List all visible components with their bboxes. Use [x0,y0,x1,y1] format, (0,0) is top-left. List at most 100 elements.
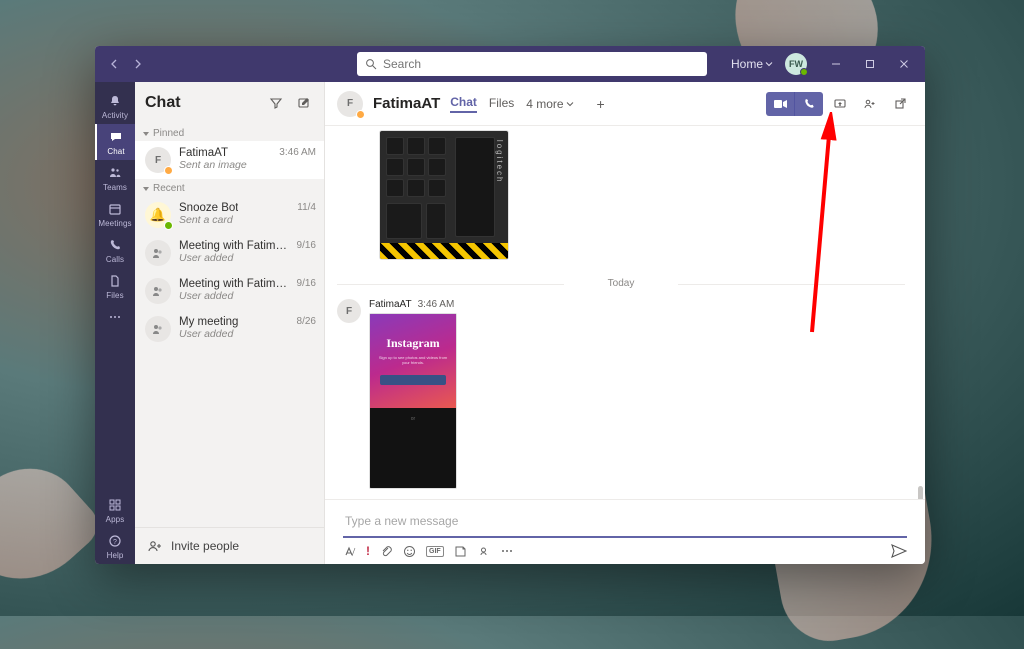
chat-time: 11/4 [297,202,316,214]
format-button[interactable] [343,545,356,558]
chevron-down-icon [566,100,574,108]
search-input[interactable] [383,57,699,71]
chat-name: Meeting with Fatima Wahab [179,240,293,252]
avatar [145,316,171,342]
workspace-picker[interactable]: Home [731,57,773,71]
emoji-button[interactable] [403,545,416,558]
instagram-screenshot-image[interactable]: Instagram Sign up to see photos and vide… [369,313,457,489]
keyboard-image[interactable]: logitech [379,130,509,260]
bell-icon [107,93,123,109]
contact-avatar[interactable]: F [337,91,363,117]
video-call-button[interactable] [766,92,794,116]
tab-more[interactable]: 4 more [526,97,573,111]
chat-name: FatimaAT [179,147,228,159]
chat-item-meeting[interactable]: Meeting with Fatima Wahab9/16 User added [135,234,324,272]
chat-preview: User added [179,328,316,340]
popout-button[interactable] [887,92,913,116]
message-scroll-area[interactable]: logitech Today F FatimaAT3:46 AM Instagr… [325,126,925,499]
send-button[interactable] [891,544,907,558]
conversation-panel: F FatimaAT Chat Files 4 more + [325,82,925,564]
chat-name: Snooze Bot [179,202,238,214]
chat-preview: Sent a card [179,214,316,226]
date-divider: Today [337,278,905,289]
attach-button[interactable] [380,545,393,558]
presence-away-icon [164,166,173,175]
chat-item-snoozebot[interactable]: 🔔 Snooze Bot11/4 Sent a card [135,196,324,234]
chat-item-fatima[interactable]: F FatimaAT3:46 AM Sent an image [135,141,324,179]
add-people-button[interactable] [857,92,883,116]
chat-list-panel: Chat Pinned F FatimaAT3:46 AM Sent an im… [135,82,325,564]
invite-icon [147,538,163,554]
profile-avatar[interactable]: FW [785,53,807,75]
section-pinned[interactable]: Pinned [135,124,324,141]
gif-button[interactable]: GIF [426,546,444,557]
message-sender: FatimaAT [369,299,412,310]
chat-name: My meeting [179,316,238,328]
chat-preview: User added [179,290,316,302]
stream-button[interactable] [477,545,490,558]
maximize-button[interactable] [853,46,887,82]
screen-share-button[interactable] [827,92,853,116]
invite-people-button[interactable]: Invite people [135,527,324,564]
rail-activity[interactable]: Activity [95,88,135,124]
chevron-down-icon [765,60,773,68]
meeting-icon [151,284,165,298]
new-chat-button[interactable] [294,93,314,113]
chat-list-header: Chat [135,82,324,124]
rail-files[interactable]: Files [95,268,135,304]
rail-chat[interactable]: Chat [95,124,135,160]
sticker-button[interactable] [454,545,467,558]
rail-calls[interactable]: Calls [95,232,135,268]
search-box[interactable] [357,52,707,76]
rail-label: Meetings [98,219,131,228]
more-actions-button[interactable] [500,549,514,553]
message-avatar: F [337,299,361,323]
chat-preview: User added [179,252,316,264]
contact-name: FatimaAT [373,95,440,112]
history-back-button[interactable] [103,53,125,75]
facebook-login-button [380,375,445,385]
add-tab-button[interactable]: + [592,96,610,112]
rail-apps[interactable]: Apps [95,492,135,528]
close-button[interactable] [887,46,921,82]
search-icon [365,58,377,70]
instagram-logo: Instagram [386,336,439,351]
rail-label: Chat [107,147,124,156]
avatar: F [145,147,171,173]
scrollbar-thumb[interactable] [918,486,923,499]
meeting-icon [151,246,165,260]
audio-call-button[interactable] [795,92,823,116]
chat-item-meeting[interactable]: My meeting8/26 User added [135,310,324,348]
bg-petal [0,445,106,607]
minimize-button[interactable] [819,46,853,82]
rail-help[interactable]: ? Help [95,528,135,564]
priority-button[interactable]: ! [366,544,370,558]
conversation-header: F FatimaAT Chat Files 4 more + [325,82,925,126]
section-recent[interactable]: Recent [135,179,324,196]
calendar-icon [107,201,123,217]
tab-chat[interactable]: Chat [450,95,477,113]
phone-icon [803,98,815,110]
rail-meetings[interactable]: Meetings [95,196,135,232]
chat-time: 9/16 [297,278,316,290]
presence-away-icon [356,110,365,119]
message-meta: FatimaAT3:46 AM [369,299,457,310]
teams-icon [107,165,123,181]
rail-more[interactable] [95,304,135,329]
presence-indicator [800,68,808,76]
chat-preview: Sent an image [179,159,316,171]
rail-label: Calls [106,255,124,264]
compose-toolbar: ! GIF [343,538,907,558]
rail-label: Apps [106,515,125,524]
compose-area: ! GIF [325,499,925,564]
tab-files[interactable]: Files [489,96,514,112]
avatar [145,278,171,304]
history-forward-button[interactable] [127,53,149,75]
chat-item-meeting[interactable]: Meeting with Fatima Wahab9/16 User added [135,272,324,310]
chat-icon [108,129,124,145]
filter-button[interactable] [266,93,286,113]
file-icon [107,273,123,289]
svg-text:?: ? [113,539,117,546]
message-input[interactable] [345,514,905,528]
rail-teams[interactable]: Teams [95,160,135,196]
